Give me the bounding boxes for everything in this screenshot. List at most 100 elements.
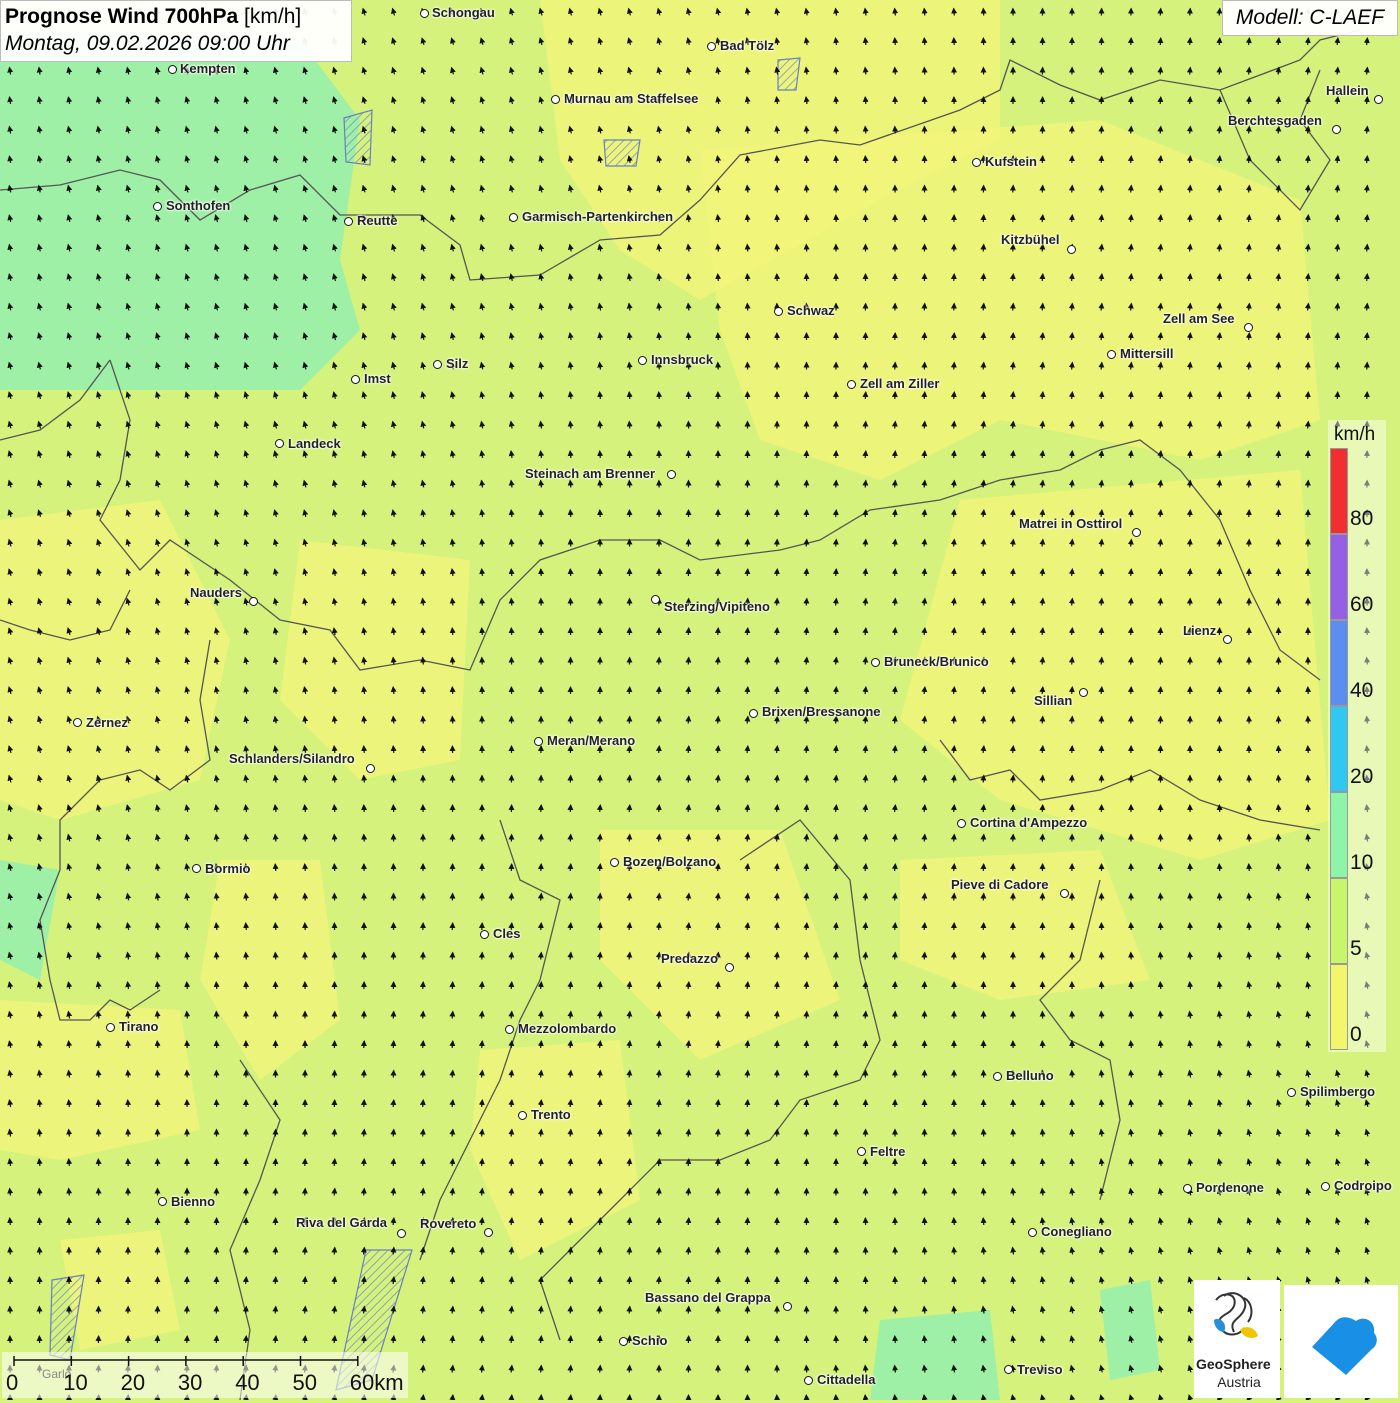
- city-label: Landeck: [288, 436, 341, 451]
- legend-tick-label: 40: [1350, 679, 1373, 703]
- city-marker: [397, 1229, 406, 1238]
- city-label: Garmisch-Partenkirchen: [522, 209, 673, 224]
- city-label: Treviso: [1017, 1362, 1063, 1377]
- city-marker: [505, 1025, 514, 1034]
- city-marker: [957, 819, 966, 828]
- city-label: Berchtesgaden: [1228, 113, 1322, 128]
- legend-tick-label: 80: [1350, 507, 1373, 531]
- city-marker: [1060, 889, 1069, 898]
- city-marker: [106, 1023, 115, 1032]
- city-label: Brixen/Bressanone: [762, 704, 881, 719]
- scale-label: 10: [63, 1370, 87, 1396]
- city-label: Schwaz: [787, 303, 835, 318]
- city-marker: [518, 1111, 527, 1120]
- city-label: Conegliano: [1041, 1224, 1112, 1239]
- city-marker: [249, 597, 258, 606]
- city-marker: [366, 764, 375, 773]
- weather-app-icon: [1284, 1285, 1398, 1398]
- legend-bin: [1330, 448, 1348, 534]
- city-marker: [551, 95, 560, 104]
- city-label: Kempten: [180, 61, 236, 76]
- city-marker: [651, 595, 660, 604]
- scale-label: 0: [6, 1370, 18, 1396]
- city-label: Schongau: [432, 5, 495, 20]
- title-unit: [km/h]: [244, 5, 301, 28]
- city-label: Sterzing/Vipiteno: [664, 599, 770, 614]
- model-label: Modell: C-LAEF: [1222, 0, 1398, 36]
- legend-bin: [1330, 706, 1348, 792]
- city-marker: [158, 1197, 167, 1206]
- city-marker: [192, 864, 201, 873]
- city-marker: [1107, 350, 1116, 359]
- city-marker: [871, 658, 880, 667]
- city-marker: [783, 1302, 792, 1311]
- legend-bin: [1330, 620, 1348, 706]
- city-marker: [667, 470, 676, 479]
- city-marker: [420, 9, 429, 18]
- legend-bin: [1330, 792, 1348, 878]
- city-marker: [638, 356, 647, 365]
- city-label: Bruneck/Brunico: [884, 654, 989, 669]
- legend-tick-label: 20: [1350, 765, 1373, 789]
- city-marker: [1004, 1365, 1013, 1374]
- scale-label: 30: [178, 1370, 202, 1396]
- city-label: Bad Tölz: [720, 38, 774, 53]
- city-label: Steinach am Brenner: [525, 466, 655, 481]
- city-marker: [1332, 125, 1341, 134]
- city-label: Nauders: [190, 585, 242, 600]
- city-label: Pordenone: [1196, 1180, 1264, 1195]
- scale-label: 20: [121, 1370, 145, 1396]
- city-marker: [1079, 688, 1088, 697]
- geosphere-subtitle: Austria: [1196, 1374, 1282, 1390]
- city-label: Bozen/Bolzano: [623, 854, 716, 869]
- city-label: Zell am Ziller: [860, 376, 939, 391]
- page-title: Prognose Wind 700hPa [km/h]: [5, 5, 347, 29]
- city-label: Cittadella: [817, 1372, 876, 1387]
- city-label: Rovereto: [420, 1216, 476, 1231]
- city-label: Cles: [493, 926, 520, 941]
- city-label: Silz: [446, 356, 468, 371]
- legend-tick-label: 0: [1350, 1023, 1362, 1047]
- city-marker: [847, 380, 856, 389]
- city-marker: [707, 42, 716, 51]
- title-panel: Prognose Wind 700hPa [km/h] Montag, 09.0…: [0, 0, 352, 62]
- weather-app-logo[interactable]: [1284, 1285, 1398, 1398]
- title-bold: Prognose Wind 700hPa: [5, 5, 238, 28]
- city-label: Riva del Garda: [296, 1215, 387, 1230]
- city-marker: [1028, 1228, 1037, 1237]
- legend-bin: [1330, 534, 1348, 620]
- legend-tick-label: 10: [1350, 851, 1373, 875]
- city-marker: [509, 213, 518, 222]
- city-label: Kitzbühel: [1001, 232, 1060, 247]
- legend-unit: km/h: [1334, 424, 1375, 446]
- city-marker: [1287, 1088, 1296, 1097]
- city-marker: [534, 737, 543, 746]
- city-label: Bienno: [171, 1194, 215, 1209]
- city-marker: [480, 930, 489, 939]
- city-label: Zernez: [86, 715, 128, 730]
- city-label: Sillian: [1034, 693, 1072, 708]
- city-label: Hallein: [1326, 83, 1369, 98]
- city-marker: [1321, 1182, 1330, 1191]
- legend-bin: [1330, 964, 1348, 1050]
- city-label: Codroipo: [1334, 1178, 1392, 1193]
- city-label: Murnau am Staffelsee: [564, 91, 698, 106]
- city-marker: [73, 718, 82, 727]
- city-label: Lienz: [1183, 623, 1216, 638]
- city-label: Zell am See: [1163, 311, 1235, 326]
- city-label: Reutte: [357, 213, 397, 228]
- city-marker: [168, 65, 177, 74]
- city-label: Spilimbergo: [1300, 1084, 1375, 1099]
- city-marker: [1374, 95, 1383, 104]
- city-label: Schio: [632, 1333, 667, 1348]
- city-label: Belluno: [1006, 1068, 1054, 1083]
- city-marker: [1223, 635, 1232, 644]
- city-marker: [484, 1228, 493, 1237]
- city-label: Bormio: [205, 861, 251, 876]
- city-label: Tirano: [119, 1019, 159, 1034]
- legend-tick-label: 5: [1350, 937, 1362, 961]
- city-label: Feltre: [870, 1144, 905, 1159]
- city-label: Meran/Merano: [547, 733, 635, 748]
- city-label: Mezzolombardo: [518, 1021, 616, 1036]
- city-label: Bassano del Grappa: [645, 1290, 771, 1305]
